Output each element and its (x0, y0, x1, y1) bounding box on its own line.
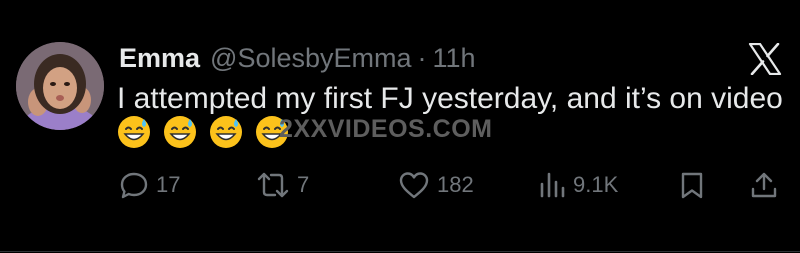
heart-icon (399, 172, 429, 199)
reply-count: 17 (156, 172, 181, 197)
grinning-sweat-emoji-icon (118, 116, 150, 148)
emoji-row: 2XXVIDEOS.COM (117, 114, 493, 150)
author-name[interactable]: Emma (119, 43, 200, 74)
reply-button[interactable]: 17 (119, 165, 180, 205)
bookmark-button[interactable] (679, 165, 705, 205)
repost-count: 7 (297, 172, 310, 197)
grinning-sweat-emoji-icon (210, 116, 242, 148)
like-button[interactable]: 182 (398, 165, 474, 205)
views-chart-icon (540, 172, 565, 198)
views-count: 9.1K (573, 172, 619, 197)
x-logo-icon[interactable] (748, 42, 782, 76)
tweet-header: Emma @SolesbyEmma · 11h (119, 40, 476, 76)
like-count: 182 (437, 172, 474, 197)
action-bar: 17 7 182 9.1K (0, 165, 800, 205)
grinning-sweat-emoji-icon (164, 116, 196, 148)
timestamp[interactable]: 11h (433, 43, 476, 74)
bookmark-icon (681, 172, 703, 199)
repost-button[interactable]: 7 (256, 165, 309, 205)
share-button[interactable] (749, 165, 779, 205)
views-button[interactable]: 9.1K (538, 165, 618, 205)
watermark-text: 2XXVIDEOS.COM (279, 114, 493, 143)
avatar[interactable] (16, 42, 104, 130)
tweet-text: I attempted my first FJ yesterday, and i… (117, 82, 783, 115)
author-handle[interactable]: @SolesbyEmma (210, 43, 411, 74)
separator-dot: · (417, 42, 427, 73)
divider (0, 251, 800, 252)
reply-icon (120, 172, 148, 199)
share-icon (751, 172, 777, 198)
tweet-card[interactable]: Emma @SolesbyEmma · 11h I attempted my f… (0, 0, 800, 253)
repost-icon (257, 172, 289, 198)
